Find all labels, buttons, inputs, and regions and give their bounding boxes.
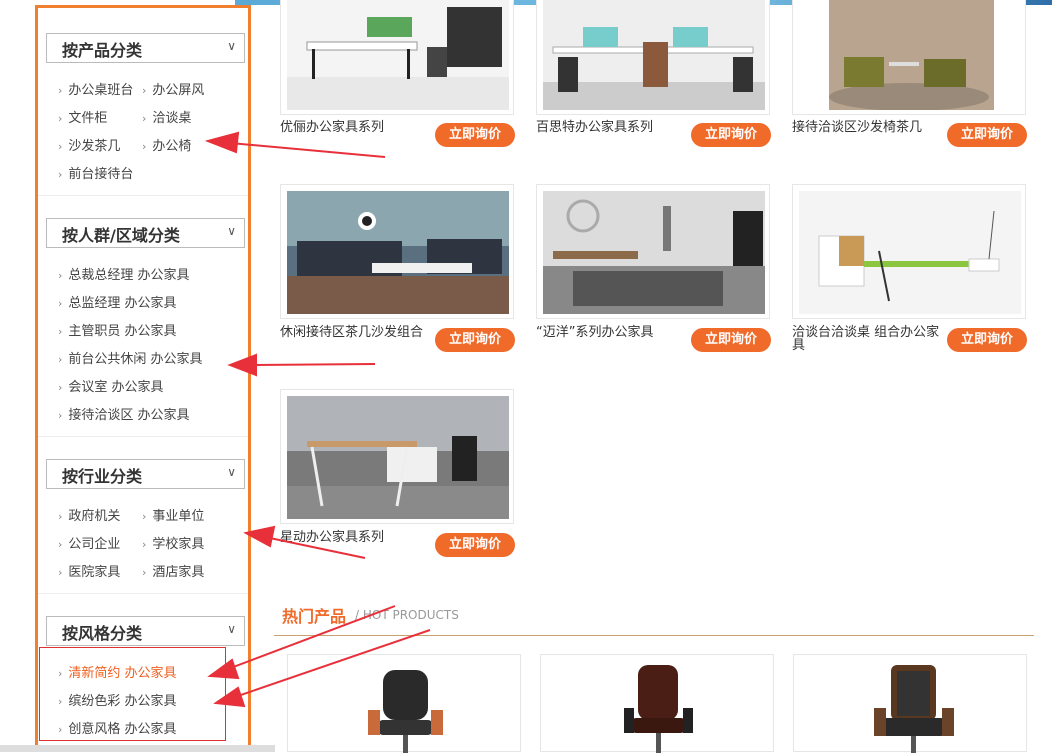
annotation-arrow: [264, 536, 366, 559]
annotation-arrow: [249, 363, 376, 366]
annotation-arrowhead: [213, 686, 246, 708]
annotation-arrow: [229, 142, 386, 158]
annotation-arrows: [204, 131, 431, 708]
annotation-arrowhead: [207, 658, 240, 680]
annotation-arrowhead: [243, 525, 276, 548]
annotation-arrowhead: [227, 353, 257, 377]
annotation-arrowhead: [204, 131, 240, 154]
annotation-arrow: [234, 629, 431, 698]
annotation-arrow: [227, 605, 396, 670]
horizontal-scrollbar[interactable]: [0, 745, 275, 752]
